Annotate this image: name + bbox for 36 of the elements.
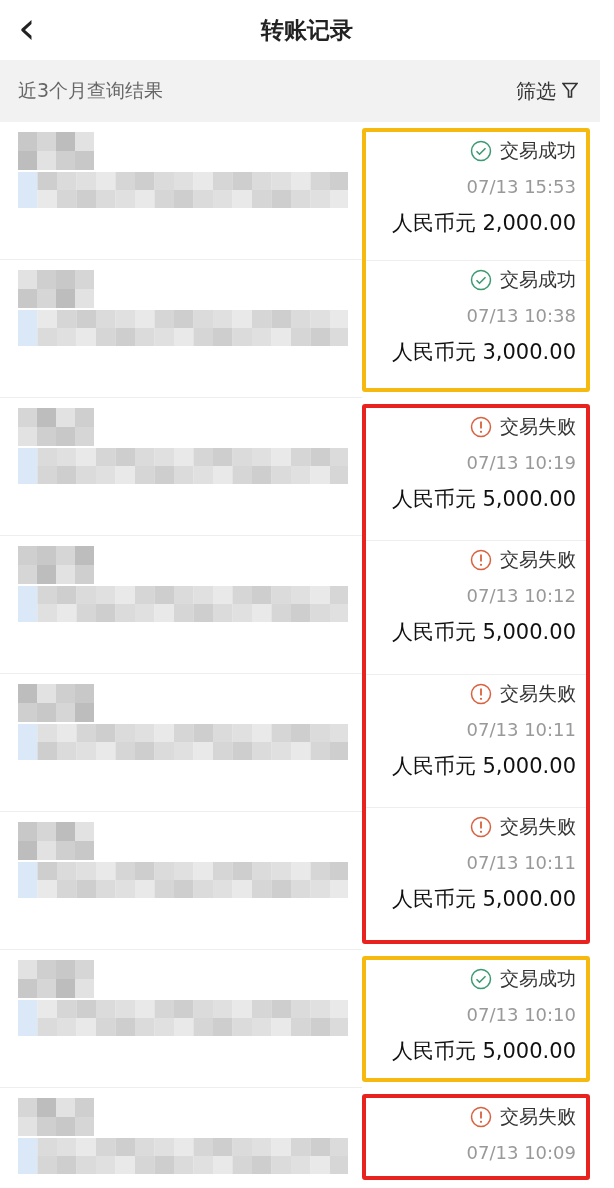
transaction-time: 07/13 10:09 [466, 1142, 576, 1163]
status-label: 交易成功 [500, 266, 576, 292]
transaction-amount: 人民币元 5,000.00 [391, 619, 576, 647]
transaction-time: 07/13 10:38 [466, 304, 576, 326]
transaction-amount: 人民币元 5,000.00 [391, 486, 576, 513]
check-circle-icon [470, 968, 492, 990]
status-label: 交易失败 [500, 547, 576, 573]
transaction-time: 07/13 15:53 [466, 176, 576, 197]
alert-circle-icon [470, 815, 492, 838]
transaction-time: 07/13 10:12 [466, 585, 576, 607]
result-summary: 近3个月查询结果 [18, 78, 164, 103]
alert-circle-icon [470, 1106, 492, 1128]
status-label: 交易失败 [500, 680, 576, 706]
status-label: 交易失败 [500, 813, 576, 839]
transaction-time: 07/13 10:11 [466, 718, 576, 740]
transaction-time: 07/13 10:10 [466, 1004, 576, 1025]
alert-circle-icon [470, 549, 492, 572]
status-label: 交易失败 [500, 414, 576, 439]
funnel-icon [562, 82, 578, 100]
transaction-amount: 人民币元 3,000.00 [391, 338, 576, 366]
status-label: 交易成功 [500, 966, 576, 991]
check-circle-icon [470, 140, 492, 162]
transaction-amount: 人民币元 5,000.00 [391, 885, 576, 913]
filter-button[interactable]: 筛选 [516, 77, 578, 105]
alert-circle-icon [470, 416, 492, 438]
status-label: 交易成功 [500, 138, 576, 163]
status-label: 交易失败 [500, 1104, 576, 1129]
transaction-amount: 人民币元 5,000.00 [391, 752, 576, 780]
back-button[interactable]: ‹ [10, 6, 44, 50]
page-title: 转账记录 [261, 15, 353, 45]
alert-circle-icon [470, 682, 492, 705]
transaction-amount: 人民币元 5,000.00 [391, 1038, 576, 1065]
transaction-amount: 人民币元 2,000.00 [391, 210, 576, 237]
transaction-time: 07/13 10:11 [466, 851, 576, 873]
transaction-time: 07/13 10:19 [466, 452, 576, 473]
check-circle-icon [470, 268, 492, 291]
